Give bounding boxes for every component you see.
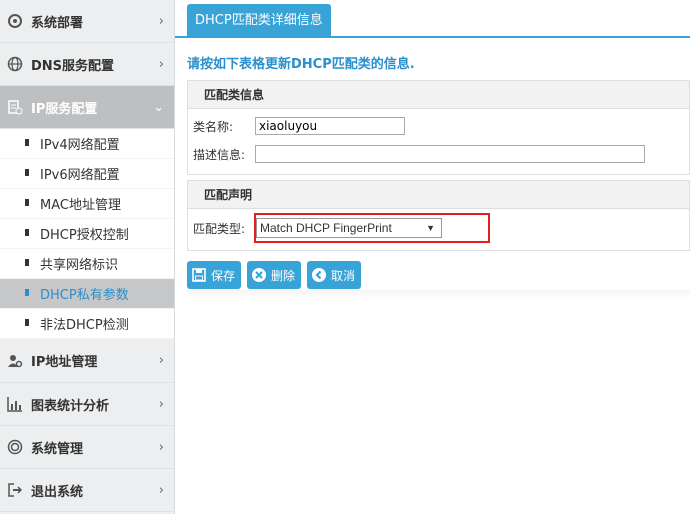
description-label: 描述信息: bbox=[193, 147, 246, 162]
page-hint: 请按如下表格更新DHCP匹配类的信息. bbox=[187, 57, 415, 72]
sidebar-item-dhcp-auth[interactable]: DHCP授权控制 bbox=[0, 219, 174, 249]
sidebar-item-shared-net[interactable]: 共享网络标识 bbox=[0, 249, 174, 279]
globe-icon bbox=[6, 55, 24, 73]
delete-label: 删除 bbox=[271, 268, 296, 283]
bullet-icon bbox=[25, 321, 29, 326]
sub-label: DHCP私有参数 bbox=[40, 288, 129, 303]
nav-label: IP服务配置 bbox=[31, 101, 98, 117]
chevron-right-icon: › bbox=[158, 439, 164, 455]
chevron-right-icon: › bbox=[158, 482, 164, 498]
main-content: DHCP匹配类详细信息 请按如下表格更新DHCP匹配类的信息. 匹配类信息 类名… bbox=[175, 0, 690, 514]
nav-label: 退出系统 bbox=[31, 484, 84, 500]
chevron-right-icon: › bbox=[158, 396, 164, 412]
cancel-button[interactable]: 取消 bbox=[307, 261, 362, 289]
save-label: 保存 bbox=[211, 268, 236, 283]
class-name-input[interactable] bbox=[255, 117, 405, 135]
sub-label: IPv6网络配置 bbox=[40, 168, 120, 183]
user-gear-icon bbox=[6, 352, 24, 370]
bullet-icon bbox=[25, 231, 29, 236]
ip-service-icon bbox=[6, 98, 24, 116]
panel-title: 匹配类信息 bbox=[188, 81, 689, 109]
bullet-icon bbox=[25, 291, 29, 296]
sub-label: 共享网络标识 bbox=[40, 258, 119, 273]
nav-label: DNS服务配置 bbox=[31, 58, 115, 74]
sub-label: IPv4网络配置 bbox=[40, 138, 120, 153]
bullet-icon bbox=[25, 171, 29, 176]
save-button[interactable]: 保存 bbox=[187, 261, 242, 289]
nav-system-deploy[interactable]: 系统部署 › bbox=[0, 0, 174, 43]
sidebar-item-ipv6[interactable]: IPv6网络配置 bbox=[0, 159, 174, 189]
sidebar: 系统部署 › DNS服务配置 › IP服务配置 ⌄ IPv4网络配置 IPv6网… bbox=[0, 0, 175, 514]
nav-label: 系统管理 bbox=[31, 441, 84, 457]
bullet-icon bbox=[25, 261, 29, 266]
nav-system-manage[interactable]: 系统管理 › bbox=[0, 426, 174, 469]
bullet-icon bbox=[25, 141, 29, 146]
save-icon bbox=[191, 267, 207, 283]
tab-bar: DHCP匹配类详细信息 bbox=[175, 0, 690, 38]
sub-label: MAC地址管理 bbox=[40, 198, 121, 213]
settings-icon bbox=[6, 438, 24, 456]
dropdown-arrow-icon: ▼ bbox=[426, 223, 435, 233]
divider bbox=[187, 290, 690, 300]
cancel-label: 取消 bbox=[331, 268, 356, 283]
panel-title: 匹配声明 bbox=[188, 181, 689, 209]
sub-label: 非法DHCP检测 bbox=[40, 318, 129, 333]
nav-ip-address[interactable]: IP地址管理 › bbox=[0, 339, 174, 383]
chevron-right-icon: › bbox=[158, 56, 164, 72]
logout-icon bbox=[6, 481, 24, 499]
sidebar-item-dhcp-private[interactable]: DHCP私有参数 bbox=[0, 279, 174, 309]
nav-label: 系统部署 bbox=[31, 15, 84, 31]
tab-dhcp-class-detail[interactable]: DHCP匹配类详细信息 bbox=[187, 4, 331, 38]
class-info-panel: 匹配类信息 类名称: 描述信息: bbox=[187, 80, 690, 175]
chevron-down-icon: ⌄ bbox=[153, 99, 164, 115]
class-name-label: 类名称: bbox=[193, 119, 234, 134]
bullet-icon bbox=[25, 201, 29, 206]
nav-chart-stats[interactable]: 图表统计分析 › bbox=[0, 383, 174, 426]
select-value: Match DHCP FingerPrint bbox=[260, 221, 392, 235]
match-type-label: 匹配类型: bbox=[193, 221, 246, 236]
nav-label: IP地址管理 bbox=[31, 355, 98, 370]
description-input[interactable] bbox=[255, 145, 645, 163]
nav-ip-service[interactable]: IP服务配置 ⌄ bbox=[0, 86, 174, 129]
chevron-right-icon: › bbox=[158, 13, 164, 29]
sub-label: DHCP授权控制 bbox=[40, 228, 129, 243]
chevron-right-icon: › bbox=[158, 353, 164, 368]
nav-dns-config[interactable]: DNS服务配置 › bbox=[0, 43, 174, 86]
deploy-icon bbox=[6, 12, 24, 30]
chart-icon bbox=[6, 395, 24, 413]
nav-logout[interactable]: 退出系统 › bbox=[0, 469, 174, 512]
delete-icon bbox=[251, 267, 267, 283]
sidebar-item-mac[interactable]: MAC地址管理 bbox=[0, 189, 174, 219]
delete-button[interactable]: 删除 bbox=[247, 261, 302, 289]
sidebar-item-illegal-dhcp[interactable]: 非法DHCP检测 bbox=[0, 309, 174, 339]
match-type-select[interactable]: Match DHCP FingerPrint ▼ bbox=[256, 218, 442, 238]
sidebar-item-ipv4[interactable]: IPv4网络配置 bbox=[0, 129, 174, 159]
back-icon bbox=[311, 267, 327, 283]
match-declaration-panel: 匹配声明 匹配类型: Match DHCP FingerPrint ▼ bbox=[187, 180, 690, 251]
nav-label: 图表统计分析 bbox=[31, 398, 110, 414]
name-row: 类名称: bbox=[188, 112, 689, 140]
desc-row: 描述信息: bbox=[188, 140, 689, 168]
